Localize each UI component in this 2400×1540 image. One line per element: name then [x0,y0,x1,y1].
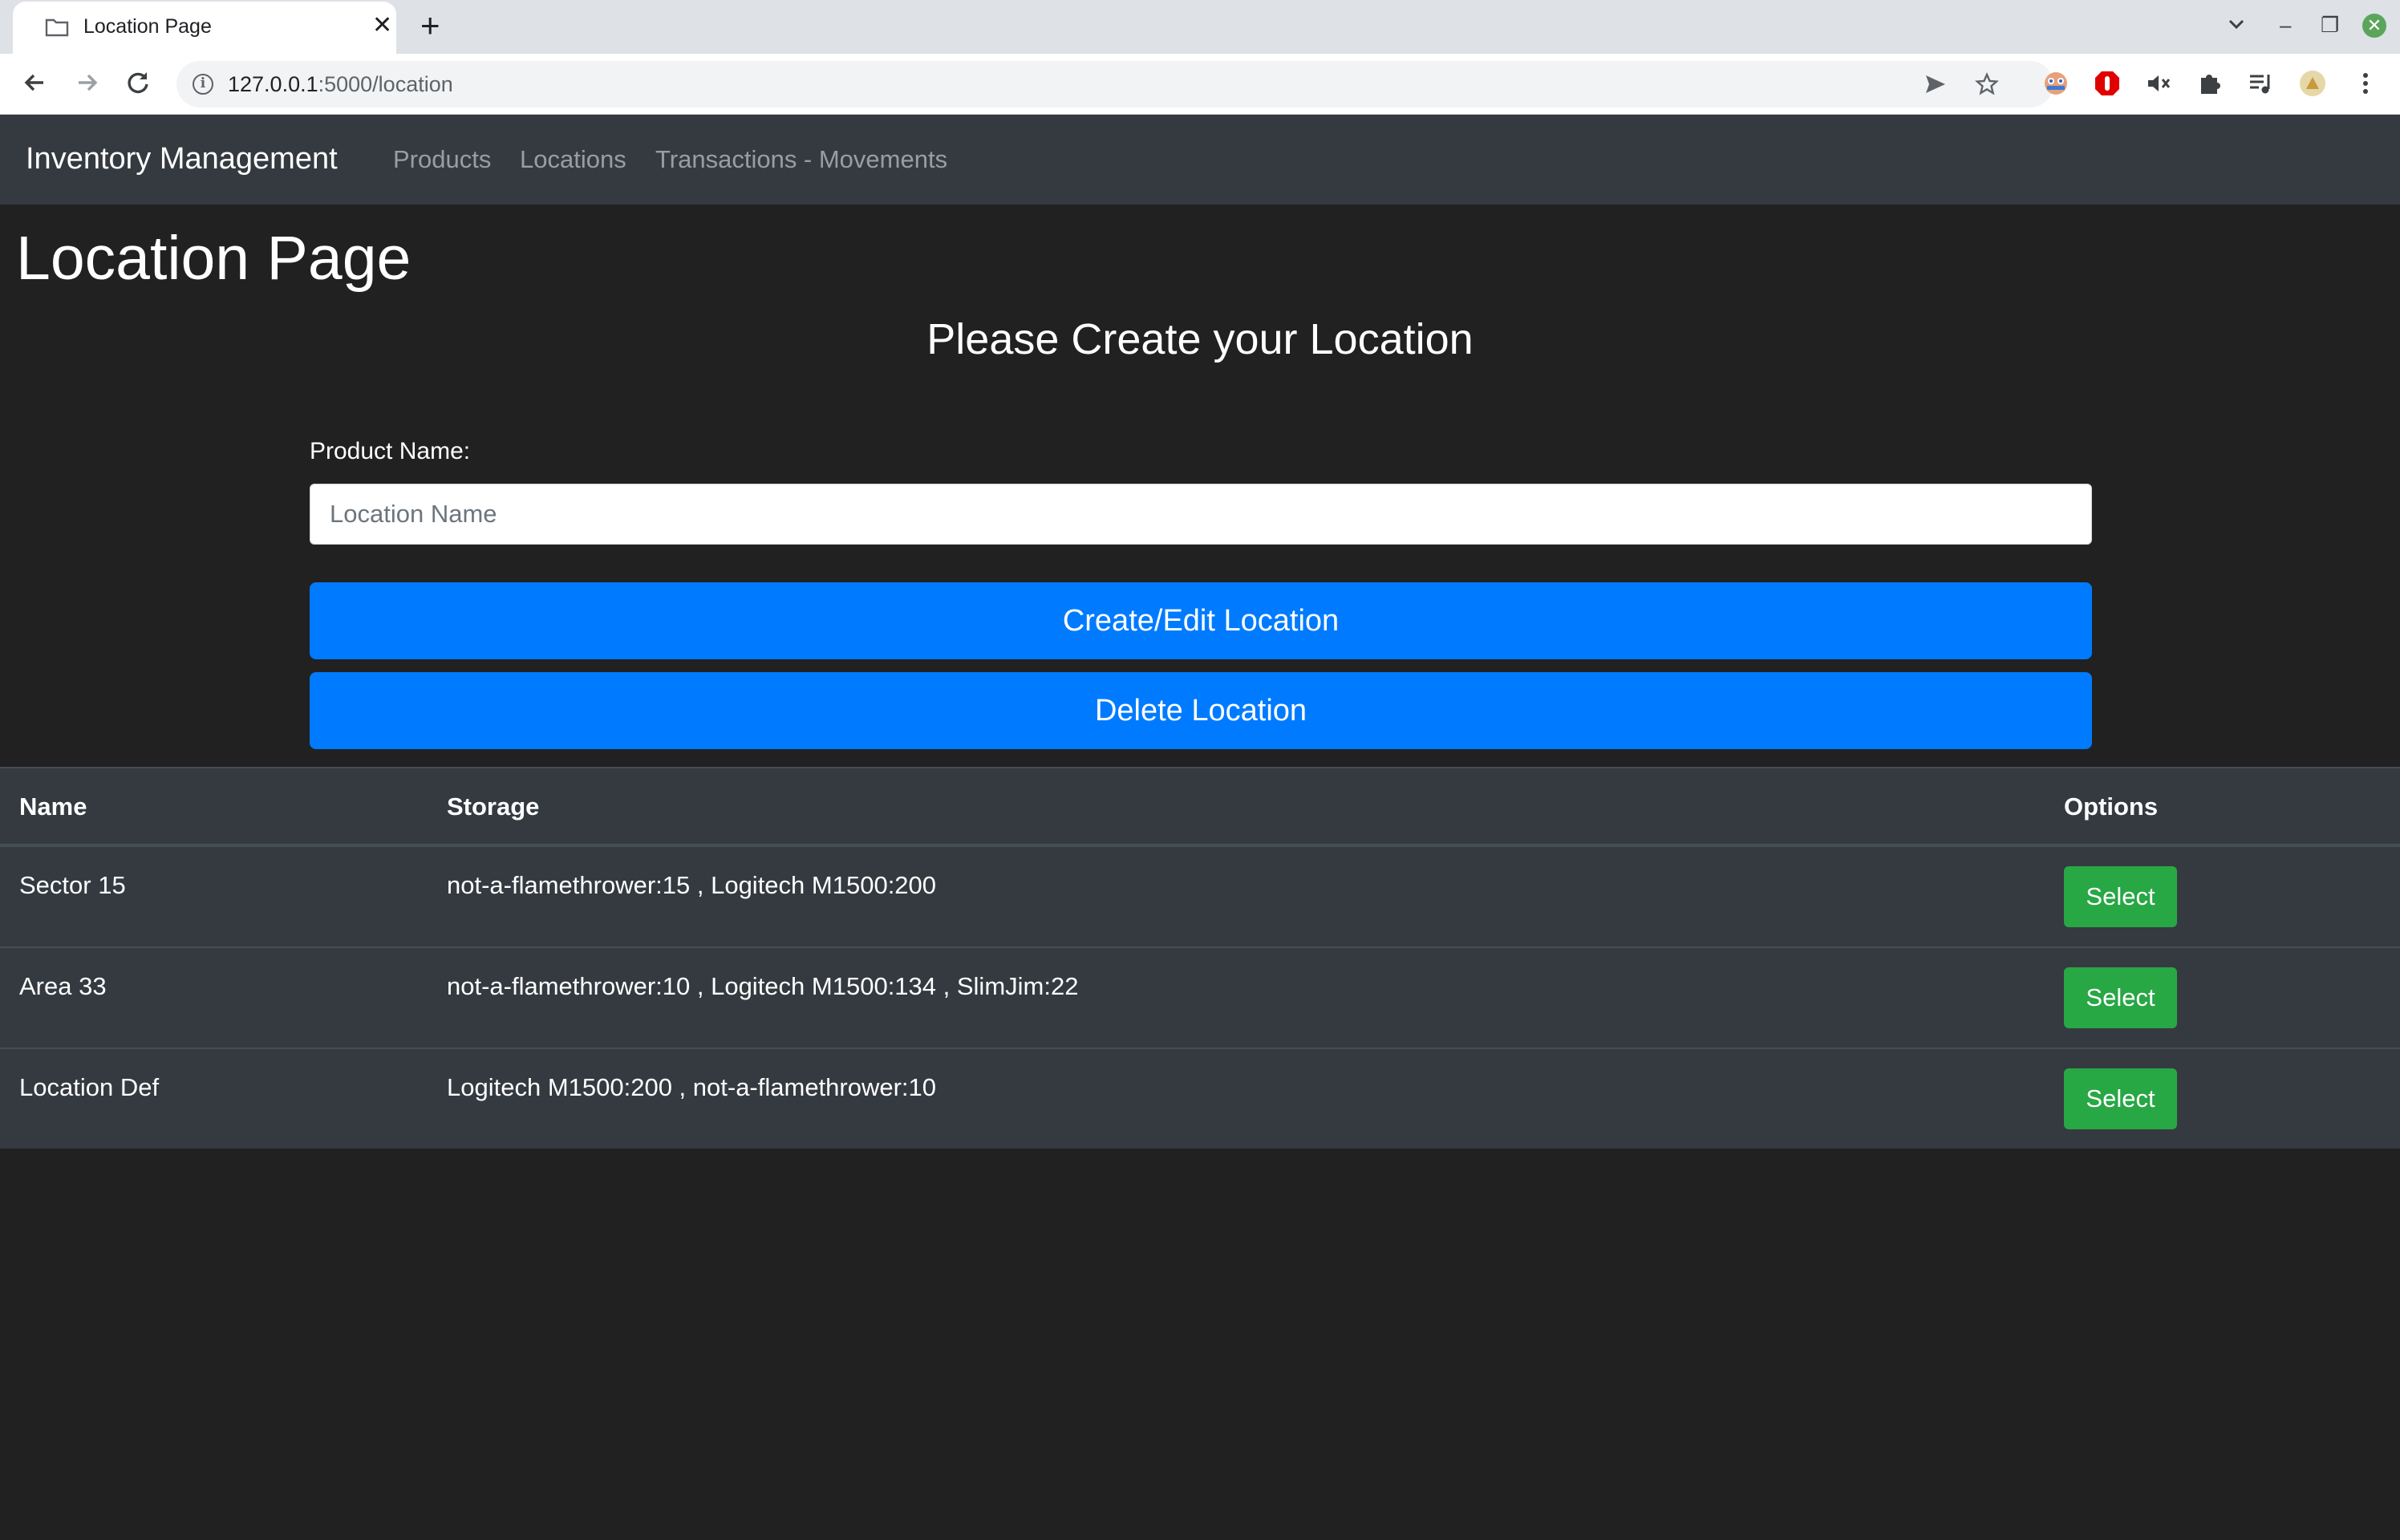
column-header-options: Options [2064,792,2159,821]
table-row: Location Def Logitech M1500:200 , not-a-… [0,1048,2400,1149]
select-button[interactable]: Select [2064,866,2177,927]
mute-icon[interactable] [2145,70,2172,97]
table-row: Sector 15 not-a-flamethrower:15 , Logite… [0,847,2400,946]
column-header-storage: Storage [447,792,540,821]
minimize-icon[interactable]: – [2280,13,2291,37]
tab-title: Location Page [83,15,212,38]
storage-cell: Logitech M1500:200 , not-a-flamethrower:… [447,1073,937,1101]
locations-table: Name Storage Options Sector 15 not-a-fla… [0,767,2400,1149]
select-button[interactable]: Select [2064,1068,2177,1129]
folder-icon [45,18,69,37]
adblock-icon[interactable] [2094,70,2121,97]
send-icon[interactable] [1924,72,1948,96]
restore-icon[interactable]: ❐ [2321,13,2339,37]
delete-location-button[interactable]: Delete Location [310,672,2092,749]
forward-icon[interactable] [71,67,103,99]
tab-close-icon[interactable]: ✕ [372,13,392,38]
page-subtitle: Please Create your Location [926,315,1474,363]
nav-link-products[interactable]: Products [393,145,491,174]
info-icon[interactable]: i [193,74,213,95]
browser-toolbar: i 127.0.0.1:5000/location [0,54,2400,115]
product-name-label: Product Name: [310,438,471,464]
profile-avatar[interactable] [2299,70,2326,97]
storage-cell: not-a-flamethrower:15 , Logitech M1500:2… [447,871,937,899]
back-icon[interactable] [19,67,51,99]
reload-icon[interactable] [122,67,154,99]
star-icon[interactable] [1975,72,1999,96]
window-close-icon[interactable]: ✕ [2362,14,2386,38]
media-queue-icon[interactable] [2248,70,2275,97]
browser-tab[interactable]: Location Page ✕ [13,2,396,54]
location-name-cell: Area 33 [19,972,107,1000]
menu-dots-icon[interactable] [2352,70,2379,97]
url-text[interactable]: 127.0.0.1:5000/location [228,72,453,97]
browser-tabstrip: Location Page ✕ + – ❐ ✕ [0,0,2400,54]
column-header-name: Name [19,792,87,821]
location-name-cell: Location Def [19,1073,160,1101]
table-header: Name Storage Options [0,767,2400,847]
create-edit-location-button[interactable]: Create/Edit Location [310,582,2092,659]
table-row: Area 33 not-a-flamethrower:10 , Logitech… [0,946,2400,1048]
nav-link-transactions[interactable]: Transactions - Movements [655,145,947,174]
navbar-brand[interactable]: Inventory Management [26,142,338,176]
storage-cell: not-a-flamethrower:10 , Logitech M1500:1… [447,972,1079,1000]
chevron-down-icon[interactable] [2227,14,2246,34]
location-name-cell: Sector 15 [19,871,126,899]
page-title: Location Page [16,224,411,293]
select-button[interactable]: Select [2064,967,2177,1028]
nav-link-locations[interactable]: Locations [520,145,626,174]
new-tab-icon[interactable]: + [420,8,440,43]
address-bar[interactable]: i 127.0.0.1:5000/location [176,61,2053,107]
location-name-input[interactable] [310,484,2092,545]
extension-face-icon[interactable] [2042,70,2070,97]
app-navbar: Inventory Management Products Locations … [0,115,2400,205]
puzzle-icon[interactable] [2196,70,2224,97]
